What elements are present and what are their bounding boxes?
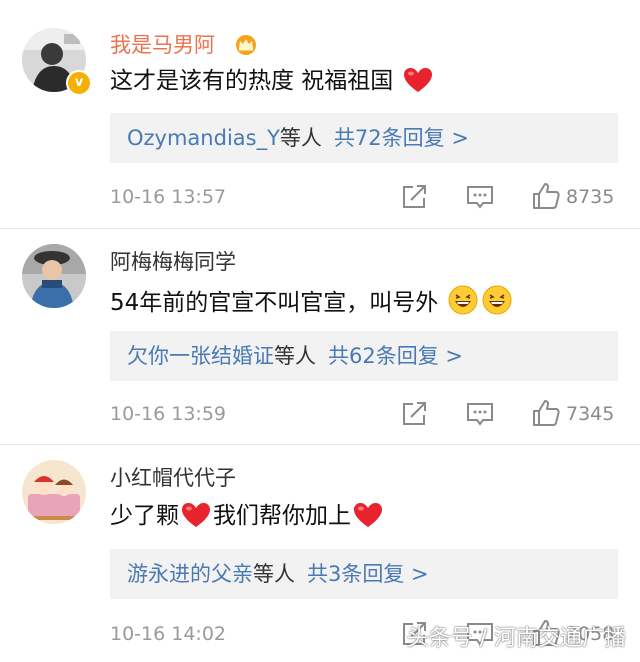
comment-text: 54年前的官宣不叫官宣，叫号外: [110, 285, 514, 318]
comment-time: 10-16 13:57: [110, 186, 227, 208]
reply-count-link[interactable]: 共3条回复 >: [307, 562, 429, 586]
username[interactable]: 小红帽代代子: [110, 465, 236, 491]
comment-icon[interactable]: [466, 185, 494, 211]
reply-user-link[interactable]: 欠你一张结婚证: [127, 344, 274, 368]
username[interactable]: 阿梅梅梅同学: [110, 249, 236, 275]
reply-summary[interactable]: 欠你一张结婚证等人 共62条回复 >: [110, 331, 618, 381]
reply-summary[interactable]: Ozymandias_Y等人 共72条回复 >: [110, 113, 618, 163]
heart-emoji-icon: [403, 68, 432, 92]
reply-summary[interactable]: 游永进的父亲等人 共3条回复 >: [110, 549, 618, 599]
laugh-emoji-icon: [482, 285, 512, 315]
share-icon[interactable]: [401, 401, 429, 427]
like-icon[interactable]: [532, 399, 560, 427]
comment-item: v 我是马男阿 这才是该有的热度 祝福祖国 Ozymandias_Y等人 共72条…: [0, 0, 640, 228]
comment-time: 10-16 14:02: [110, 623, 227, 645]
comment-icon[interactable]: [466, 402, 494, 428]
avatar[interactable]: [22, 244, 86, 308]
like-count: 7345: [566, 403, 615, 425]
share-icon[interactable]: [401, 184, 429, 210]
avatar[interactable]: [22, 460, 86, 524]
vip-crown-icon: [236, 35, 256, 55]
reply-count-link[interactable]: 共72条回复 >: [334, 126, 469, 150]
verified-badge-icon: v: [66, 70, 92, 96]
watermark: 头条号 / 河南交通广播: [406, 626, 626, 651]
heart-emoji-icon: [182, 503, 210, 527]
reply-count-link[interactable]: 共62条回复 >: [328, 344, 463, 368]
username[interactable]: 我是马男阿: [110, 32, 215, 58]
like-icon[interactable]: [532, 182, 560, 210]
heart-emoji-icon: [354, 503, 382, 527]
comment-item: 阿梅梅梅同学 54年前的官宣不叫官宣，叫号外 欠你一张结婚证等人 共62条回复 >…: [0, 229, 640, 444]
reply-user-link[interactable]: 游永进的父亲: [127, 562, 253, 586]
comment-text: 少了颗 我们帮你加上: [110, 501, 385, 531]
reply-user-link[interactable]: Ozymandias_Y: [127, 126, 280, 150]
comment-time: 10-16 13:59: [110, 403, 227, 425]
like-count: 8735: [566, 186, 615, 208]
laugh-emoji-icon: [448, 285, 478, 315]
comment-text: 这才是该有的热度 祝福祖国: [110, 66, 435, 96]
